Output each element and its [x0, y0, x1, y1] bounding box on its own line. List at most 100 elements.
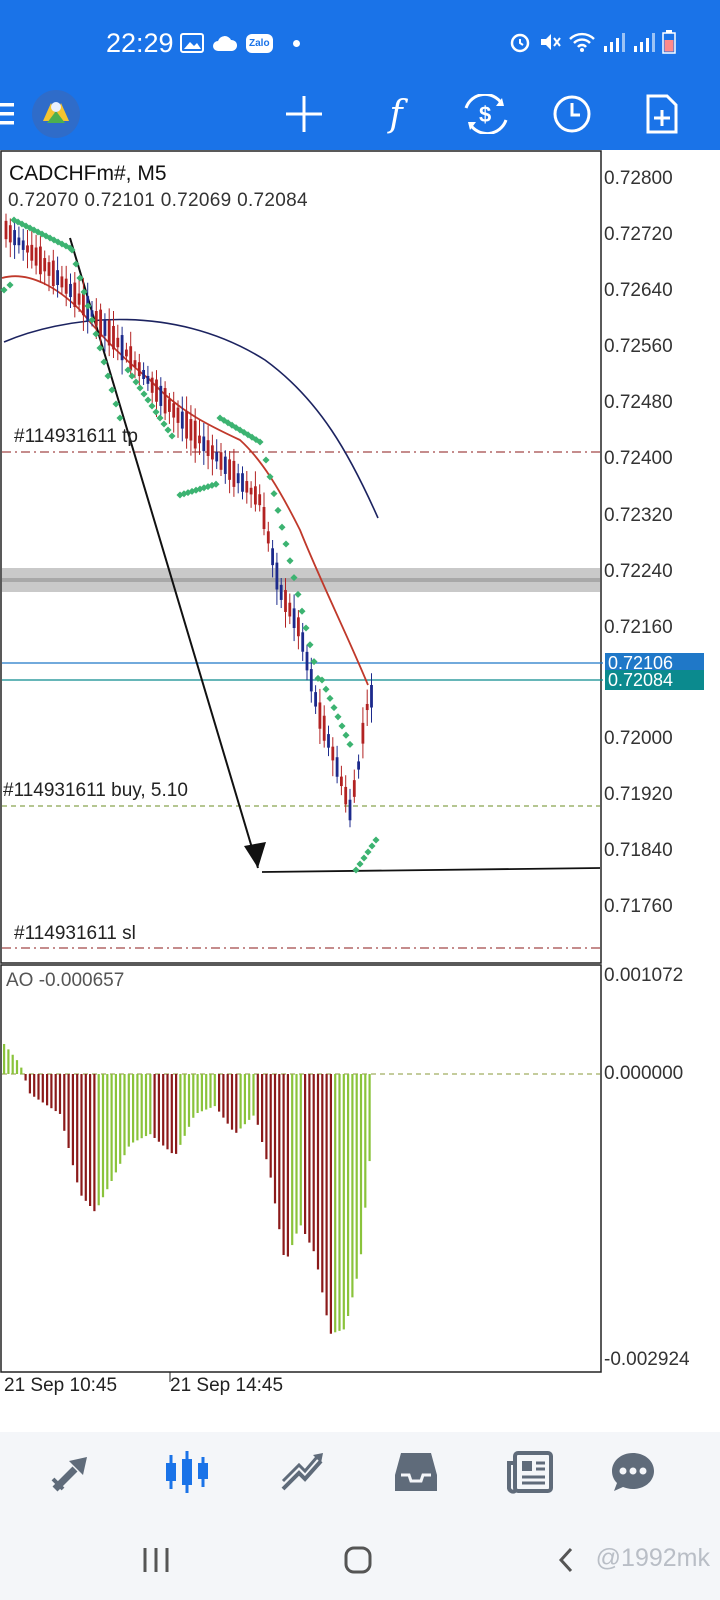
candle — [26, 230, 29, 269]
metatrader-logo-button[interactable] — [30, 88, 82, 140]
ao-bar — [299, 1074, 302, 1226]
ao-bar — [325, 1074, 328, 1316]
candle — [266, 521, 270, 552]
candle — [172, 391, 176, 433]
candle — [314, 685, 317, 714]
ao-bar — [54, 1074, 57, 1112]
ao-bar — [291, 1074, 294, 1246]
ao-bar — [24, 1074, 27, 1081]
ao-bar — [192, 1074, 195, 1118]
ao-bar — [144, 1074, 148, 1137]
ao-bar — [338, 1074, 341, 1331]
ao-bar — [252, 1074, 255, 1116]
tp-order-label[interactable]: #114931611 tp — [14, 426, 138, 448]
candle — [215, 439, 219, 470]
price-label: 0.72640 — [604, 280, 673, 301]
trend-arrow-line — [69, 237, 259, 869]
candle — [43, 250, 47, 286]
trade-button[interactable]: $ — [460, 88, 512, 140]
candle — [112, 310, 115, 359]
system-icons — [508, 30, 676, 54]
candle — [211, 434, 214, 476]
sar-dot — [342, 731, 350, 739]
ao-bar — [67, 1074, 70, 1148]
candle — [258, 484, 262, 512]
signal-icon — [604, 33, 625, 52]
ao-bar — [334, 1074, 337, 1333]
ao-indicator-label: AO -0.000657 — [6, 970, 125, 991]
sar-dot — [168, 432, 176, 440]
price-label: 0.72240 — [604, 561, 673, 582]
sl-order-label[interactable]: #114931611 sl — [14, 923, 136, 945]
ao-bar — [97, 1074, 100, 1206]
ao-bar — [80, 1074, 83, 1196]
ao-bar — [7, 1049, 10, 1074]
trend-arrow-head — [244, 842, 266, 868]
ao-bar — [170, 1074, 173, 1154]
sar-dot — [286, 557, 294, 565]
sar-dot — [148, 402, 156, 410]
ao-bar — [282, 1074, 285, 1255]
sar-dot — [360, 854, 368, 862]
candle — [322, 705, 326, 748]
candle — [60, 265, 64, 295]
metatrader-logo — [32, 90, 80, 138]
sar-dot — [356, 860, 364, 868]
ao-bar — [106, 1074, 109, 1190]
back-icon — [558, 1547, 573, 1573]
ao-bar — [63, 1074, 66, 1131]
sar-dot — [368, 842, 376, 850]
ao-bar — [230, 1074, 234, 1130]
sar-dot — [346, 740, 354, 748]
new-order-button[interactable] — [636, 88, 688, 140]
home-button[interactable] — [338, 1540, 378, 1580]
ohlc-values: 0.72070 0.72101 0.72069 0.72084 — [8, 190, 308, 211]
ao-bar — [364, 1074, 367, 1208]
sar-dot — [326, 694, 334, 702]
price-label: 0.71760 — [604, 896, 673, 917]
candle — [21, 228, 25, 261]
candle — [17, 226, 21, 254]
price-chart[interactable]: CADCHFm#, M5 0.72070 0.72101 0.72069 0.7… — [0, 150, 720, 1400]
indicators-icon: f — [389, 93, 403, 135]
buy-order-label[interactable]: #114931611 buy, 5.10 — [3, 780, 188, 802]
ao-bar — [15, 1060, 19, 1074]
ao-bar — [46, 1074, 49, 1106]
timeframe-button[interactable] — [546, 88, 598, 140]
ao-bar — [308, 1074, 311, 1243]
zalo-icon: Zalo — [246, 33, 273, 53]
crosshair-button[interactable] — [278, 88, 330, 140]
ao-bar — [33, 1074, 36, 1097]
candle — [133, 351, 137, 379]
candle — [335, 745, 339, 784]
price-label: 0.72800 — [604, 168, 673, 189]
recents-button[interactable] — [136, 1540, 176, 1580]
candle — [288, 593, 292, 625]
nav-news[interactable] — [500, 1442, 560, 1502]
ao-bar — [58, 1074, 62, 1114]
nav-chat[interactable] — [603, 1442, 663, 1502]
candle — [223, 450, 227, 484]
candle — [64, 265, 68, 307]
ao-bar — [273, 1074, 277, 1204]
nav-history[interactable] — [386, 1442, 446, 1502]
nav-trade[interactable] — [272, 1442, 332, 1502]
ao-scale-label: 0.001072 — [604, 965, 684, 986]
ao-bar — [162, 1074, 165, 1146]
ao-bar — [183, 1074, 186, 1136]
sar-dot — [322, 685, 330, 693]
ao-bar — [157, 1074, 160, 1142]
ao-bar — [200, 1074, 203, 1112]
sar-dot — [144, 396, 152, 404]
ao-bar — [269, 1074, 272, 1178]
nav-chart[interactable] — [157, 1442, 217, 1502]
candle — [305, 644, 309, 681]
candle — [34, 234, 38, 275]
time-label: 21 Sep 10:45 — [4, 1375, 118, 1396]
indicators-button[interactable]: f — [370, 88, 422, 140]
nav-quotes[interactable] — [42, 1442, 102, 1502]
candle — [232, 448, 236, 497]
ao-bar — [101, 1074, 105, 1198]
back-button[interactable] — [546, 1540, 586, 1580]
sar-dot — [330, 704, 338, 712]
